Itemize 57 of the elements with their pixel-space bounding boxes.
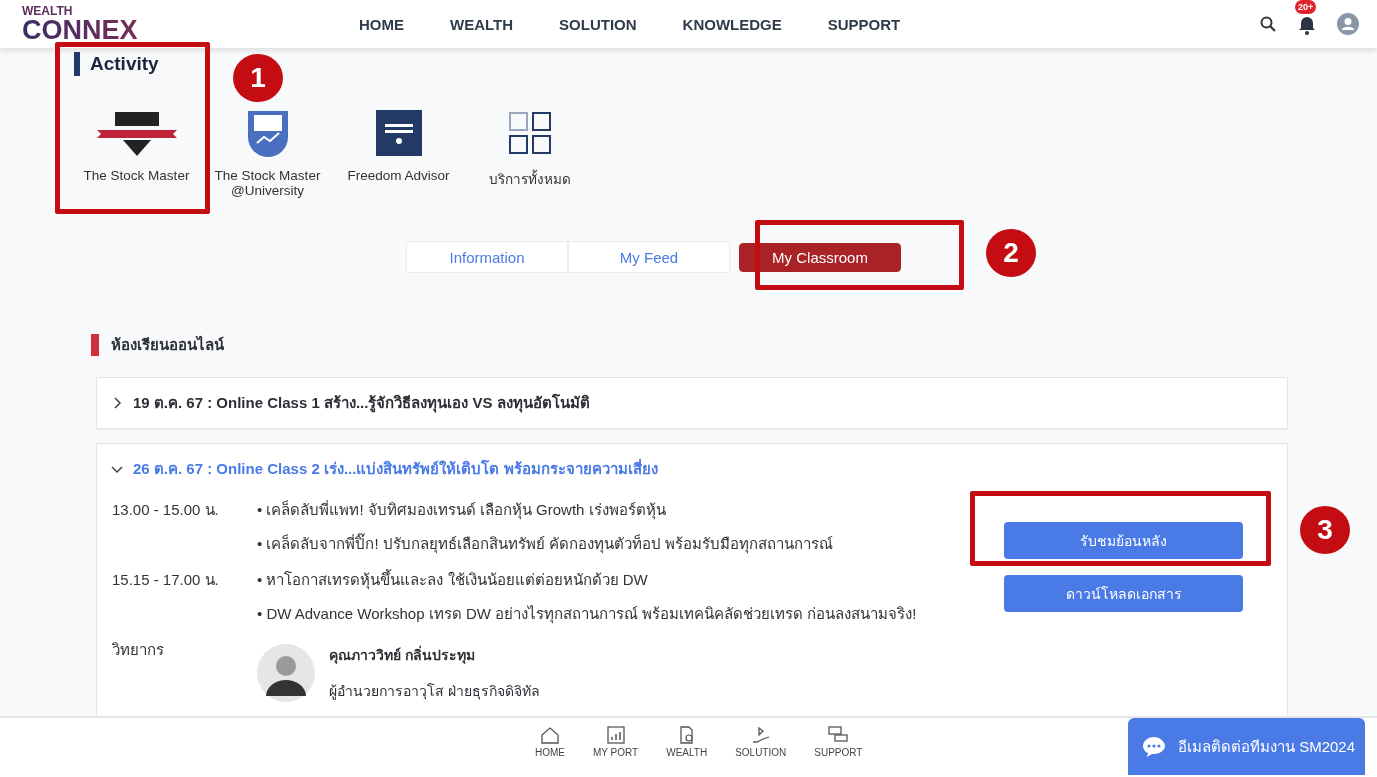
chevron-down-icon[interactable]	[111, 463, 123, 475]
class-title[interactable]: 19 ต.ค. 67 : Online Class 1 สร้าง...รู้จักวิธีลงทุนเอง VS ลงทุนอัตโนมัติ	[133, 391, 590, 415]
speech-bubble-icon	[1142, 735, 1166, 758]
chat-label: อีเมลติดต่อทีมงาน SM2024	[1178, 736, 1356, 757]
bottom-nav-label: WEALTH	[666, 747, 708, 758]
section-title: Activity	[90, 53, 159, 75]
search-icon[interactable]	[1259, 15, 1277, 33]
class-title[interactable]: 26 ต.ค. 67 : Online Class 2 เร่ง...แบ่งสินทรัพย์ให้เติบโต พร้อมกระจายความเสี่ยง	[133, 457, 658, 481]
bottom-nav-label: MY PORT	[593, 747, 639, 758]
bottom-nav-label: HOME	[535, 747, 565, 758]
nav-link[interactable]: KNOWLEDGE	[682, 15, 782, 33]
title-accent-bar	[91, 334, 99, 356]
chat-bubbles-icon	[828, 726, 849, 744]
service-label[interactable]: Freedom Advisor	[347, 168, 450, 183]
chat-button[interactable]: อีเมลติดต่อทีมงาน SM2024	[1128, 718, 1365, 775]
section-title: ห้องเรียนออนไลน์	[111, 334, 224, 355]
nav-link[interactable]: SUPPORT	[827, 15, 901, 33]
advisor-logo-icon[interactable]	[375, 108, 422, 158]
bottom-nav-item[interactable]: SOLUTION	[735, 726, 787, 777]
bottom-nav-item[interactable]: SUPPORT	[814, 726, 863, 777]
notification-badge: 20+	[1295, 0, 1317, 14]
title-accent-bar	[74, 52, 80, 76]
house-icon	[540, 726, 560, 744]
nav-link[interactable]: WEALTH	[450, 15, 514, 33]
session-time: 13.00 - 15.00 น.	[112, 500, 220, 520]
tab[interactable]: My Feed	[568, 241, 730, 273]
action-button[interactable]: รับชมย้อนหลัง	[1004, 522, 1243, 559]
session-time: 15.15 - 17.00 น.	[112, 570, 220, 590]
service-label[interactable]: The Stock Master	[83, 168, 190, 183]
topic-text: • เคล็ดลับพี่แพท! จับทิศมองเทรนด์ เลือกหุ้น Growth เร่งพอร์ตหุ้น	[257, 499, 667, 522]
topic-text: • หาโอกาสเทรดหุ้นขึ้นและลง ใช้เงินน้อยแต่ต่อยหนักด้วย DW	[257, 568, 649, 592]
service-label[interactable]: The Stock Master @University	[209, 168, 326, 198]
bottom-nav-label: SUPPORT	[814, 747, 863, 758]
action-button[interactable]: ดาวน์โหลดเอกสาร	[1004, 575, 1243, 612]
nav-link[interactable]: HOME	[359, 15, 404, 33]
bottom-nav-item[interactable]: MY PORT	[593, 726, 639, 777]
topic-text: • DW Advance Workshop เทรด DW อย่างไรทุกสถานการณ์ พร้อมเทคนิคลัดช่วยเทรด ก่อนลงสนามจริง!	[257, 604, 917, 626]
step-number: 3	[1300, 506, 1350, 554]
speaker-role: ผู้อำนวยการอาวุโส ฝ่ายธุรกิจดิจิทัล	[329, 682, 540, 702]
tab[interactable]: My Classroom	[739, 242, 901, 272]
bottom-nav-item[interactable]: WEALTH	[666, 726, 708, 777]
speaker-label: วิทยากร	[112, 640, 165, 660]
user-icon[interactable]	[1337, 13, 1359, 35]
speaker-name: คุณภาววิทย์ กลิ่นประทุม	[329, 644, 476, 666]
chevron-right-icon[interactable]	[111, 397, 123, 409]
topic-text: • เคล็ดลับจากพี่ปิ๊ก! ปรับกลยุทธ์เลือกสินทรัพย์ คัดกองทุนตัวท็อป พร้อมรับมือทุกสถานการณ์	[257, 532, 834, 556]
step-number: 1	[233, 54, 283, 102]
chart-window-icon	[605, 726, 626, 744]
step-number: 2	[986, 229, 1036, 277]
nav-link[interactable]: SOLUTION	[559, 15, 637, 33]
bottom-nav-label: SOLUTION	[735, 747, 787, 758]
tab[interactable]: Information	[406, 241, 568, 273]
bottom-nav-item[interactable]: HOME	[535, 726, 565, 777]
service-label[interactable]: บริการทั้งหมด	[488, 168, 571, 190]
logo-small-text: WEALTH	[22, 4, 74, 17]
logo[interactable]: WEALTH CONNEX	[22, 4, 322, 44]
speaker-avatar	[257, 644, 315, 702]
